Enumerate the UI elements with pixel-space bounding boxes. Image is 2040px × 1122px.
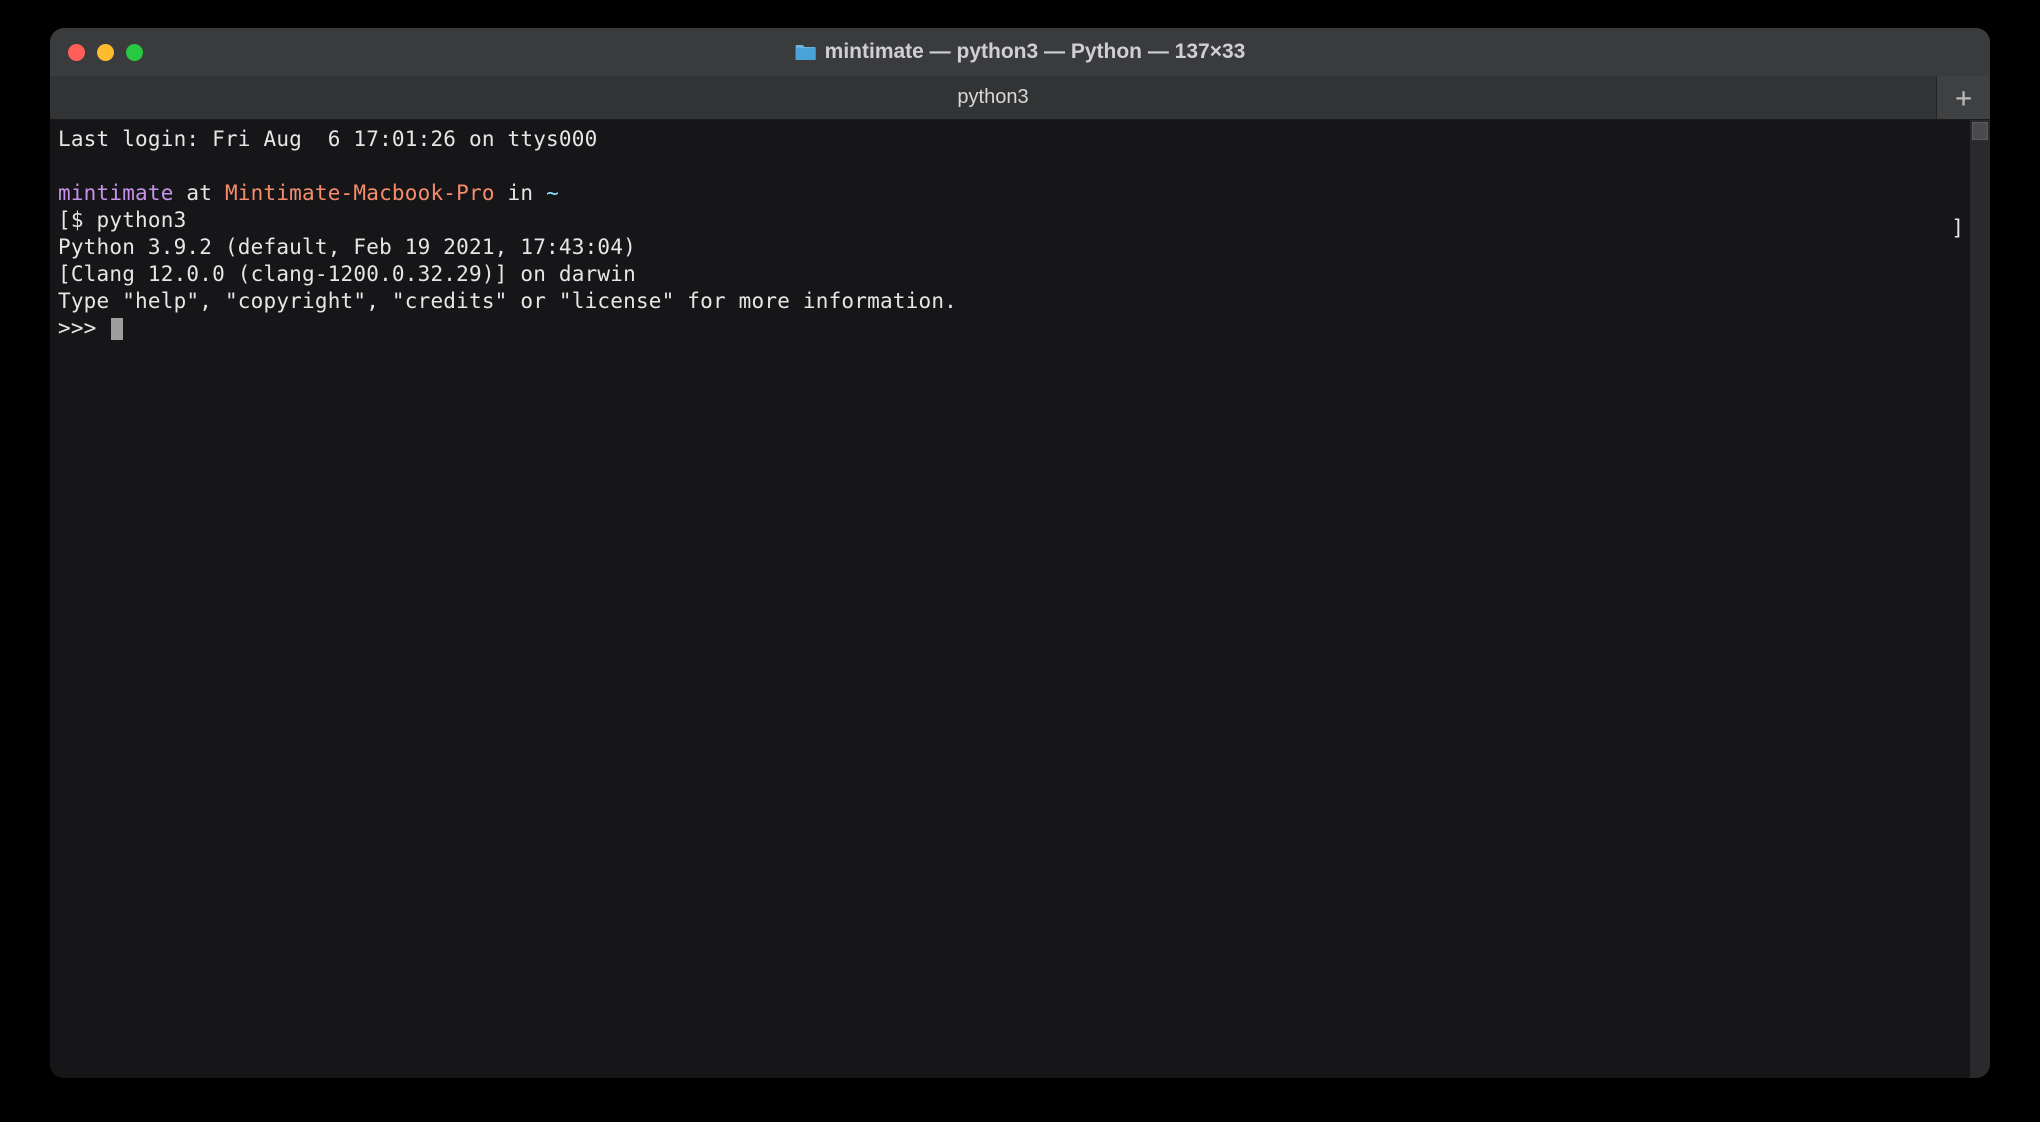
titlebar: mintimate — python3 — Python — 137×33 <box>50 28 1990 76</box>
prompt-path: ~ <box>546 181 559 205</box>
prompt-bracket-close: ] <box>1951 216 1964 240</box>
repl-prompt: >>> <box>58 316 109 340</box>
python-compiler-line: [Clang 12.0.0 (clang-1200.0.32.29)] on d… <box>58 262 636 286</box>
minimize-button[interactable] <box>97 44 114 61</box>
prompt-bracket-open: [ <box>58 208 71 232</box>
python-version-line: Python 3.9.2 (default, Feb 19 2021, 17:4… <box>58 235 649 259</box>
terminal-content[interactable]: Last login: Fri Aug 6 17:01:26 on ttys00… <box>50 120 1990 348</box>
folder-icon <box>795 43 817 61</box>
plus-icon: + <box>1955 81 1972 114</box>
prompt-in: in <box>495 181 546 205</box>
traffic-lights <box>50 44 143 61</box>
terminal-window: mintimate — python3 — Python — 137×33 py… <box>50 28 1990 1078</box>
new-tab-button[interactable]: + <box>1936 76 1990 119</box>
prompt-symbol: $ <box>71 208 97 232</box>
prompt-host: Mintimate-Macbook-Pro <box>225 181 495 205</box>
tabbar: python3 + <box>50 76 1990 120</box>
maximize-button[interactable] <box>126 44 143 61</box>
python-help-line: Type "help", "copyright", "credits" or "… <box>58 289 957 313</box>
scrollbar-thumb[interactable] <box>1972 122 1988 140</box>
terminal-body[interactable]: Last login: Fri Aug 6 17:01:26 on ttys00… <box>50 120 1990 1078</box>
scrollbar-track[interactable] <box>1970 120 1990 1078</box>
close-button[interactable] <box>68 44 85 61</box>
window-title: mintimate — python3 — Python — 137×33 <box>825 40 1246 64</box>
tab-label: python3 <box>957 86 1028 109</box>
tab-python3[interactable]: python3 <box>50 76 1936 119</box>
prompt-at: at <box>174 181 225 205</box>
prompt-user: mintimate <box>58 181 174 205</box>
last-login-line: Last login: Fri Aug 6 17:01:26 on ttys00… <box>58 127 597 151</box>
prompt-command: python3 <box>97 208 187 232</box>
cursor-icon <box>111 318 123 340</box>
window-title-group: mintimate — python3 — Python — 137×33 <box>795 40 1246 64</box>
